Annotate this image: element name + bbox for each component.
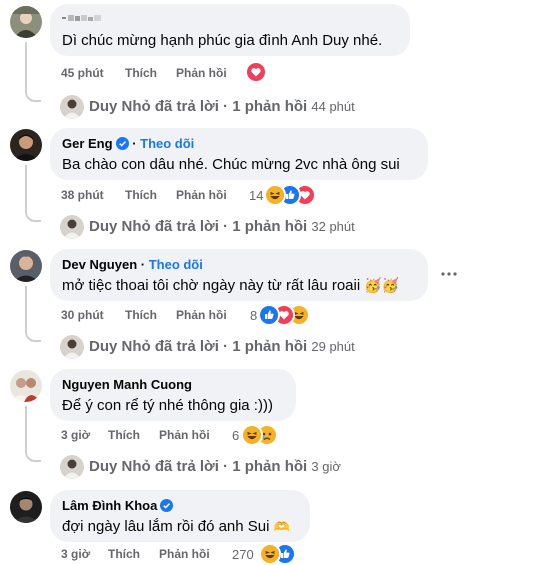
- view-replies-link[interactable]: Duy Nhỏ đã trả lời · 1 phản hồi 29 phút: [89, 338, 355, 355]
- reply-author: Duy Nhỏ: [89, 218, 151, 235]
- follow-button[interactable]: Theo dõi: [140, 136, 194, 151]
- replier-avatar[interactable]: [60, 455, 84, 479]
- reply-action: đã trả lời: [154, 98, 219, 115]
- comment-time[interactable]: 3 giờ: [61, 428, 90, 442]
- commenter-avatar[interactable]: [10, 250, 42, 282]
- follow-button[interactable]: Theo dõi: [149, 257, 203, 272]
- separator-dot: ·: [223, 458, 229, 475]
- separator-dot: ·: [223, 338, 229, 355]
- thread-connector: [25, 206, 41, 222]
- reply-author: Duy Nhỏ: [89, 338, 151, 355]
- separator-dot: ·: [223, 98, 229, 115]
- thread-connector: [25, 326, 41, 342]
- like-reaction-icon[interactable]: [258, 304, 280, 326]
- reaction-count[interactable]: 8: [250, 308, 257, 323]
- like-button[interactable]: Thích: [108, 428, 140, 442]
- haha-reaction-icon[interactable]: [259, 543, 281, 565]
- comment-text: mở tiệc thoai tôi chờ ngày này từ rất lâ…: [62, 277, 400, 294]
- comment-bubble: Lâm Đình Khoa đợi ngày lâu lắm rồi đó an…: [50, 490, 310, 542]
- reply-time: 32 phút: [311, 219, 355, 234]
- replier-avatar[interactable]: [60, 215, 84, 239]
- haha-reaction-icon[interactable]: [241, 424, 263, 446]
- commenter-name[interactable]: Dev Nguyen · Theo dõi: [62, 257, 203, 272]
- commenter-avatar[interactable]: [10, 6, 42, 38]
- reply-count: 1 phản hồi: [232, 338, 308, 355]
- replier-avatar[interactable]: [60, 335, 84, 359]
- comment-text: Để ý con rể tý nhé thông gia :))): [62, 397, 273, 414]
- reply-time: 29 phút: [311, 339, 355, 354]
- heart-hands-emoji: 🫶: [273, 519, 290, 534]
- commenter-name[interactable]: Nguyen Manh Cuong: [62, 377, 192, 392]
- commenter-avatar[interactable]: [10, 491, 42, 523]
- reply-time: 3 giờ: [311, 459, 341, 474]
- more-options-icon[interactable]: [440, 265, 458, 283]
- comment-time[interactable]: 3 giờ: [61, 547, 90, 561]
- reply-action: đã trả lời: [154, 218, 219, 235]
- replier-avatar[interactable]: [60, 95, 84, 119]
- comment-time[interactable]: 38 phút: [61, 188, 104, 202]
- party-emoji: 🥳🥳: [364, 277, 400, 293]
- view-replies-link[interactable]: Duy Nhỏ đã trả lời · 1 phản hồi 3 giờ: [89, 458, 341, 475]
- commenter-avatar[interactable]: [10, 370, 42, 402]
- comment-text: Ba chào con dâu nhé. Chúc mừng 2vc nhà ô…: [62, 156, 400, 173]
- thread-connector: [25, 446, 41, 462]
- reply-author: Duy Nhỏ: [89, 98, 151, 115]
- reply-button[interactable]: Phản hồi: [159, 428, 210, 442]
- thread-line: [25, 406, 27, 451]
- view-replies-link[interactable]: Duy Nhỏ đã trả lời · 1 phản hồi 32 phút: [89, 218, 355, 235]
- reply-button[interactable]: Phản hồi: [176, 308, 227, 322]
- haha-reaction-icon[interactable]: [264, 184, 286, 206]
- thread-line: [25, 165, 27, 210]
- reply-action: đã trả lời: [154, 338, 219, 355]
- view-replies-link[interactable]: Duy Nhỏ đã trả lời · 1 phản hồi 44 phút: [89, 98, 355, 115]
- thread-line: [25, 42, 27, 90]
- like-button[interactable]: Thích: [108, 547, 140, 561]
- commenter-name[interactable]: Lâm Đình Khoa: [62, 498, 174, 515]
- comment-text: đợi ngày lâu lắm rồi đó anh Sui 🫶: [62, 518, 290, 535]
- like-button[interactable]: Thích: [125, 308, 157, 322]
- separator-dot: ·: [223, 218, 229, 235]
- commenter-avatar[interactable]: [10, 129, 42, 161]
- reply-author: Duy Nhỏ: [89, 458, 151, 475]
- comment-time[interactable]: 30 phút: [61, 308, 104, 322]
- love-reaction-icon[interactable]: [245, 61, 267, 83]
- comment-bubble: Dì chúc mừng hạnh phúc gia đình Anh Duy …: [50, 4, 410, 56]
- comment-bubble: Ger Eng · Theo dõi Ba chào con dâu nhé. …: [50, 128, 428, 180]
- verified-badge-icon: [160, 499, 174, 515]
- reply-time: 44 phút: [311, 99, 355, 114]
- reply-count: 1 phản hồi: [232, 458, 308, 475]
- comment-text: Dì chúc mừng hạnh phúc gia đình Anh Duy …: [62, 32, 383, 49]
- reply-count: 1 phản hồi: [232, 218, 308, 235]
- reply-button[interactable]: Phản hồi: [176, 66, 227, 80]
- reply-count: 1 phản hồi: [232, 98, 308, 115]
- reply-button[interactable]: Phản hồi: [176, 188, 227, 202]
- reply-button[interactable]: Phản hồi: [159, 547, 210, 561]
- reply-action: đã trả lời: [154, 458, 219, 475]
- like-button[interactable]: Thích: [125, 188, 157, 202]
- redacted-name: [62, 12, 114, 22]
- reaction-count[interactable]: 6: [232, 428, 239, 443]
- verified-badge-icon: [115, 137, 129, 153]
- reaction-count[interactable]: 270: [232, 547, 254, 562]
- thread-connector: [25, 86, 41, 102]
- comment-time[interactable]: 45 phút: [61, 66, 104, 80]
- like-button[interactable]: Thích: [125, 66, 157, 80]
- thread-line: [25, 286, 27, 331]
- comment-bubble: Dev Nguyen · Theo dõi mở tiệc thoai tôi …: [50, 249, 428, 301]
- reaction-count[interactable]: 14: [249, 188, 263, 203]
- comment-bubble: Nguyen Manh Cuong Để ý con rể tý nhé thô…: [50, 369, 296, 421]
- commenter-name[interactable]: Ger Eng · Theo dõi: [62, 136, 194, 153]
